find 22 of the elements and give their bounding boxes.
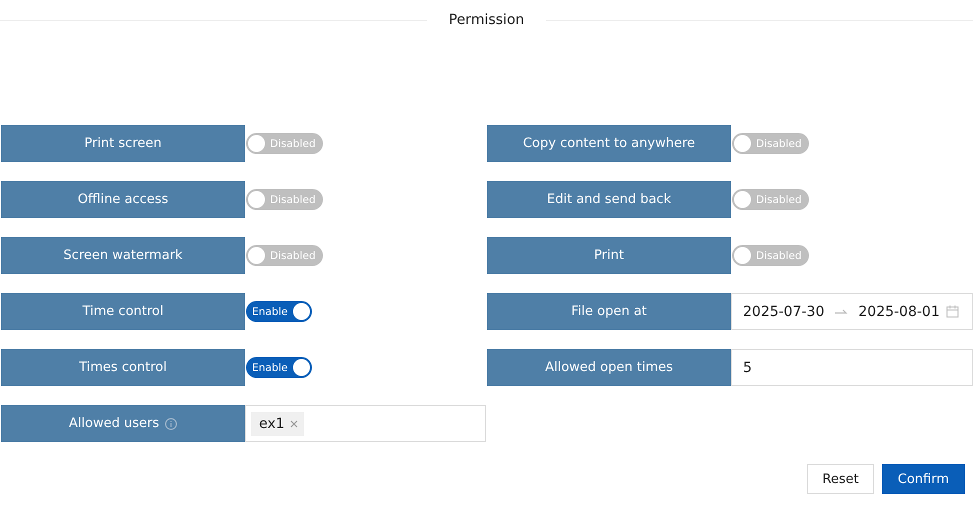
close-icon[interactable] (290, 420, 298, 428)
field-label: Edit and send back (487, 181, 731, 218)
number-field[interactable]: 5 (731, 349, 973, 386)
field-label: File open at (487, 293, 731, 330)
confirm-button[interactable]: Confirm (882, 464, 965, 494)
field-label: Allowed users (68, 416, 160, 431)
toggle-switch[interactable]: Enable (246, 301, 312, 322)
field-label: Print screen (1, 125, 245, 162)
field-label: Offline access (1, 181, 245, 218)
field-label: Print (487, 237, 731, 274)
field-label: Copy content to anywhere (487, 125, 731, 162)
field-label: Allowed open times (487, 349, 731, 386)
date-range-field[interactable]: 2025-07-30 2025-08-01 (731, 293, 973, 330)
section-title: Permission (448, 12, 526, 28)
field-label: Time control (1, 293, 245, 330)
field-label: Times control (1, 349, 245, 386)
calendar-icon (946, 305, 959, 318)
field-label: Screen watermark (1, 237, 245, 274)
reset-button[interactable]: Reset (807, 464, 874, 494)
user-select-field[interactable]: ex1 (245, 405, 486, 442)
toggle-switch[interactable]: Enable (246, 357, 312, 378)
user-tag: ex1 (251, 412, 304, 436)
